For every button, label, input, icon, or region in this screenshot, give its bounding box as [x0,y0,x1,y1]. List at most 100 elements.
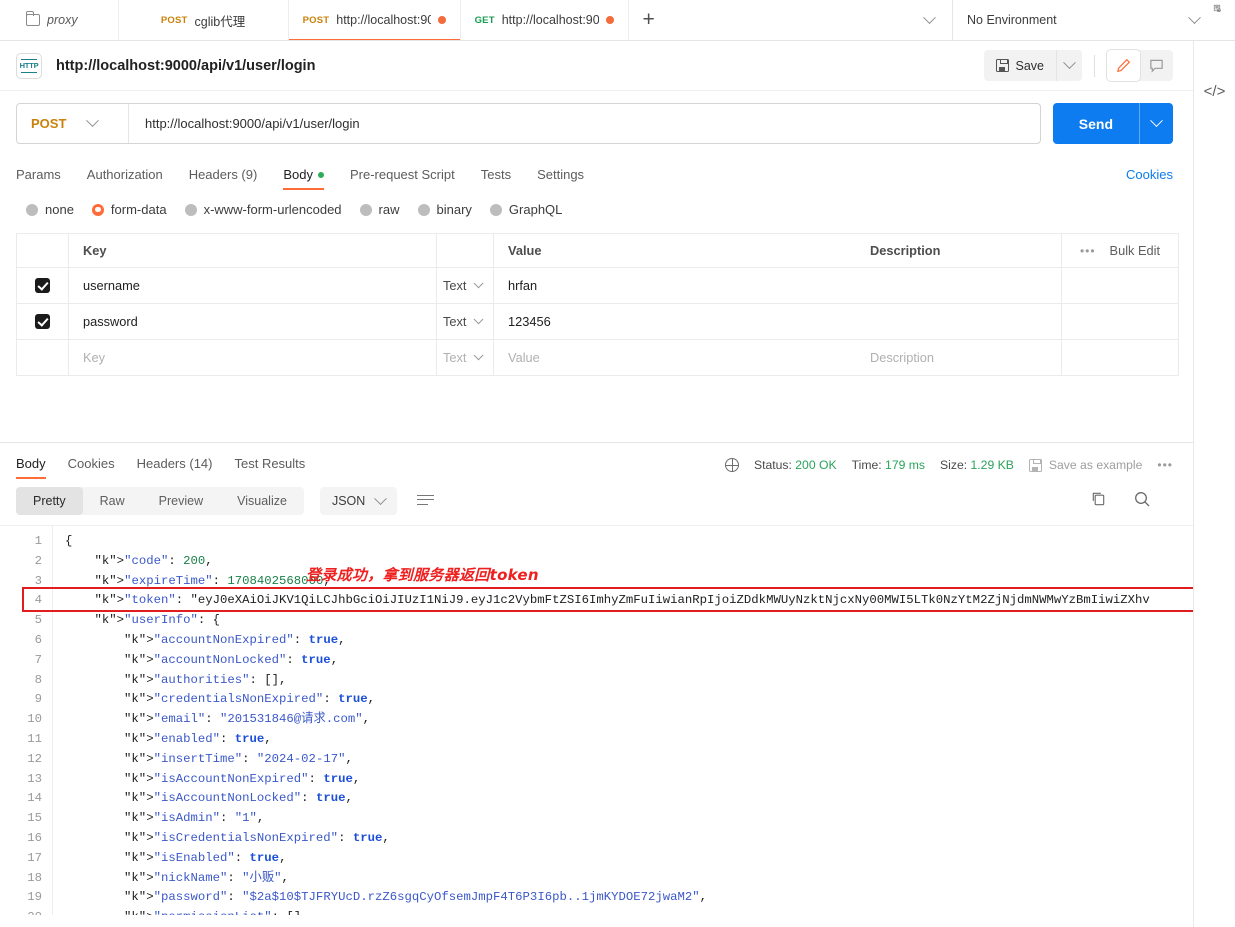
body-type-graphql[interactable]: GraphQL [490,202,562,217]
view-mode-raw[interactable]: Raw [83,487,142,515]
line-number: 19 [0,888,42,908]
send-button-group: Send [1053,103,1173,144]
send-options-dropdown[interactable] [1139,103,1173,144]
view-mode-pretty[interactable]: Pretty [16,487,83,515]
line-number: 5 [0,611,42,631]
body-type-binary[interactable]: binary [418,202,472,217]
size-badge: Size: 1.29 KB [940,458,1014,472]
row-key[interactable]: password [83,314,138,329]
ellipsis-icon[interactable]: ••• [1080,244,1096,258]
response-tab-headers[interactable]: Headers (14) [137,456,213,479]
tab-login-request[interactable]: POST http://localhost:9000/a [289,0,461,40]
radio-label: binary [437,202,472,217]
row-type[interactable]: Text [443,278,466,293]
url-input[interactable]: http://localhost:9000/api/v1/user/login [129,116,1040,131]
tab-body[interactable]: Body [283,167,324,190]
line-number: 15 [0,809,42,829]
right-sidebar-rail: </> [1193,41,1235,927]
time-label: Time: [852,458,882,472]
response-body-code-viewer[interactable]: 1234567891011121314151617181920 { "k">"c… [0,525,1235,915]
row-checkbox[interactable] [35,278,50,293]
send-button[interactable]: Send [1053,103,1139,144]
row-value-placeholder[interactable]: Value [508,350,540,365]
response-tab-test-results[interactable]: Test Results [234,456,305,479]
postman-app-window: proxy POST cglib代理 POST http://localhost… [0,0,1235,927]
cookies-link[interactable]: Cookies [1126,167,1173,190]
environment-selector[interactable]: No Environment [952,0,1213,40]
code-line: "k">"token": "eyJ0eXAiOiJKV1QiLCJhbGciOi… [65,591,1235,611]
size-value: 1.29 KB [971,458,1014,472]
row-value[interactable]: hrfan [508,278,537,293]
copy-icon[interactable] [1090,490,1107,512]
line-number: 4 [0,591,42,611]
form-data-table: Key Value Description ••• Bulk Edit user… [16,233,1179,376]
tab-tests[interactable]: Tests [481,167,511,190]
environment-name: No Environment [967,13,1180,27]
environment-quick-look-icon[interactable] [1213,0,1235,40]
tab-params[interactable]: Params [16,167,61,190]
line-number: 20 [0,908,42,915]
tab-label: http://localhost:9000/te [502,13,599,27]
row-checkbox[interactable] [35,314,50,329]
new-tab-button[interactable]: + [629,0,669,40]
bulk-edit-button[interactable]: Bulk Edit [1110,243,1161,258]
table-row[interactable]: password Text 123456 [17,304,1178,340]
edit-mode-button[interactable] [1107,50,1140,81]
code-line: { [65,532,1235,552]
chevron-down-icon [374,492,387,505]
tab-label: Cookies [68,456,115,471]
code-snippet-icon[interactable]: </> [1204,83,1226,100]
line-number: 12 [0,750,42,770]
ellipsis-icon[interactable]: ••• [1157,458,1173,472]
save-options-dropdown[interactable] [1056,50,1082,81]
status-value: 200 OK [795,458,836,472]
tab-authorization[interactable]: Authorization [87,167,163,190]
table-row-empty[interactable]: Key Text Value Description [17,340,1178,376]
code-line: "k">"email": "201531846@请求.com", [65,710,1235,730]
row-description-placeholder[interactable]: Description [870,350,934,365]
response-view-actions [1090,490,1173,513]
response-format-selector[interactable]: JSON [320,487,397,515]
radio-label: x-www-form-urlencoded [204,202,342,217]
body-type-form-data[interactable]: form-data [92,202,167,217]
chevron-down-icon [923,11,936,24]
tab-settings[interactable]: Settings [537,167,584,190]
tab-pre-request-script[interactable]: Pre-request Script [350,167,455,190]
save-button[interactable]: Save [984,50,1057,81]
table-row[interactable]: username Text hrfan [17,268,1178,304]
body-present-dot-icon [318,172,324,178]
tab-folder-proxy[interactable]: proxy [0,0,119,40]
row-key-placeholder[interactable]: Key [83,350,105,365]
request-section-tabs: Params Authorization Headers (9) Body Pr… [0,156,1235,190]
unsaved-changes-dot [438,16,446,24]
chevron-down-icon [474,350,484,360]
row-type-placeholder[interactable]: Text [443,350,466,365]
save-as-example-button[interactable]: Save as example [1029,458,1143,472]
code-line: "k">"isEnabled": true, [65,849,1235,869]
line-number: 7 [0,651,42,671]
response-section-tabs: Body Cookies Headers (14) Test Results S… [0,443,1235,479]
tab-list-dropdown-button[interactable] [925,0,952,40]
tab-headers[interactable]: Headers (9) [189,167,258,190]
view-mode-visualize[interactable]: Visualize [220,487,304,515]
column-header-value: Value [508,243,541,258]
line-number: 16 [0,829,42,849]
body-type-none[interactable]: none [26,202,74,217]
search-icon[interactable] [1133,490,1151,513]
code-line: "k">"accountNonLocked": true, [65,651,1235,671]
row-key[interactable]: username [83,278,140,293]
body-type-raw[interactable]: raw [360,202,400,217]
tab-cglib-proxy[interactable]: POST cglib代理 [119,0,289,40]
status-label: Status: [754,458,792,472]
response-tab-body[interactable]: Body [16,456,46,479]
tab-test-request[interactable]: GET http://localhost:9000/te [461,0,629,40]
http-method-selector[interactable]: POST [17,104,129,143]
view-mode-preview[interactable]: Preview [142,487,220,515]
wrap-lines-icon[interactable] [417,492,437,510]
row-value[interactable]: 123456 [508,314,551,329]
code-line: "k">"accountNonExpired": true, [65,631,1235,651]
response-tab-cookies[interactable]: Cookies [68,456,115,479]
row-type[interactable]: Text [443,314,466,329]
comment-button[interactable] [1140,50,1173,81]
body-type-x-www-form-urlencoded[interactable]: x-www-form-urlencoded [185,202,342,217]
